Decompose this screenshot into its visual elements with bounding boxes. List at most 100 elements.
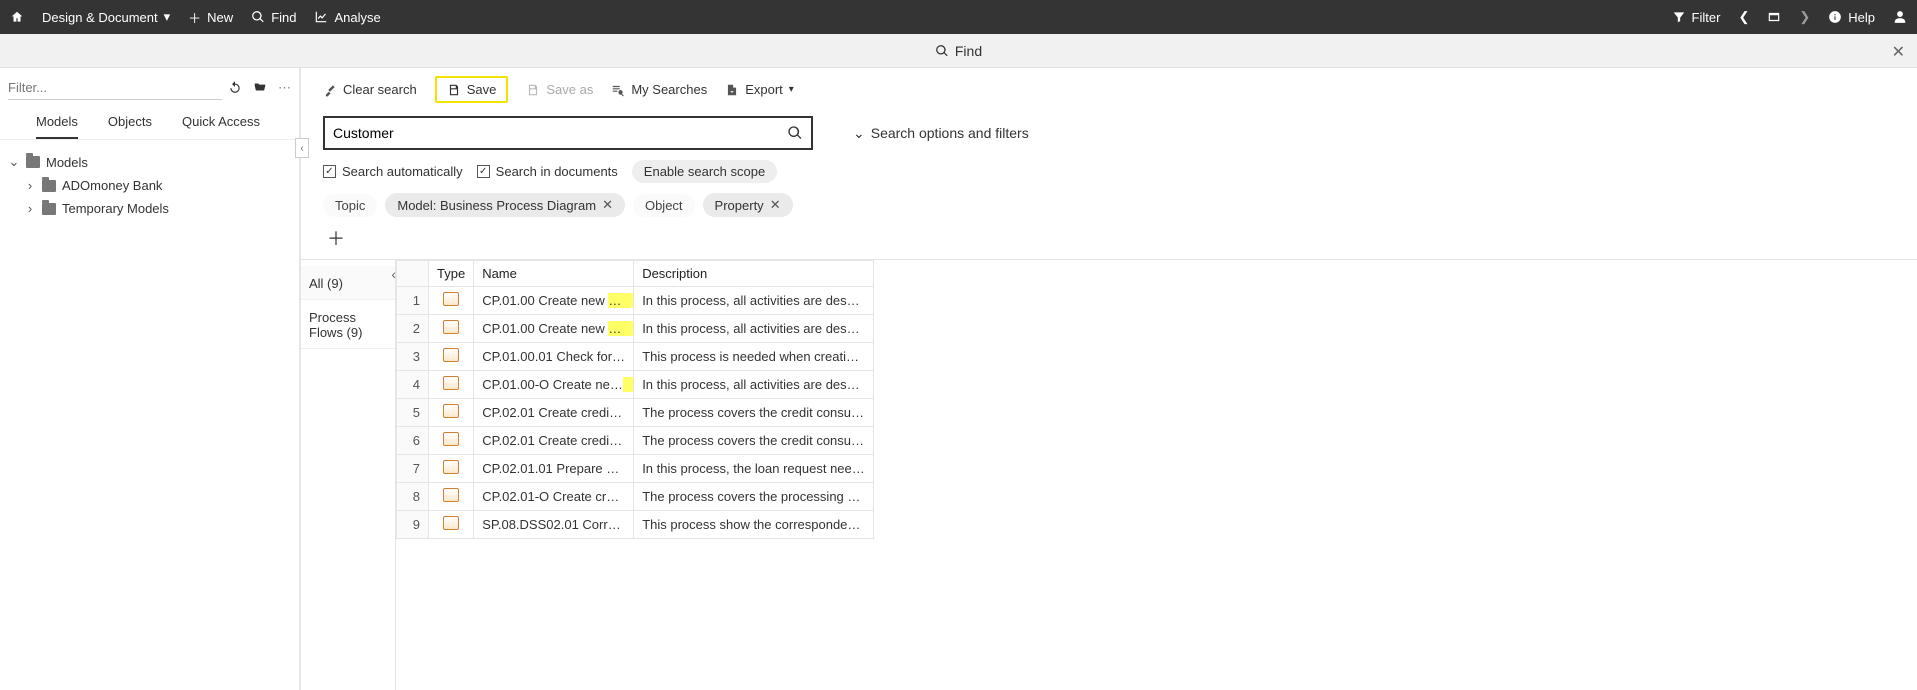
- row-name[interactable]: CP.01.00-O Create new cust…: [474, 371, 634, 399]
- table-row[interactable]: 7CP.02.01.01 Prepare credit r…In this pr…: [397, 455, 874, 483]
- chip-property-label: Property: [715, 198, 764, 213]
- chevron-right-icon[interactable]: ›: [24, 178, 36, 193]
- export-label: Export: [745, 82, 783, 97]
- save-as-label: Save as: [546, 82, 593, 97]
- more-icon[interactable]: ⋯: [278, 80, 291, 97]
- row-type-icon: [429, 455, 474, 483]
- analyse-label: Analyse: [334, 10, 380, 25]
- table-row[interactable]: 2 CP.01.00 Create new custo…In this proce…: [397, 315, 874, 343]
- tab-quick-access[interactable]: Quick Access: [182, 114, 260, 139]
- new-button[interactable]: ＋ New: [188, 8, 233, 27]
- find-subheader: Find ✕: [0, 34, 1917, 68]
- tree-item[interactable]: › Temporary Models: [8, 197, 291, 220]
- find-toolbar: Clear search Save Save as My Searches Ex…: [301, 68, 1917, 110]
- check-search-auto[interactable]: ✓ Search automatically: [323, 164, 463, 179]
- help-button[interactable]: Help: [1828, 10, 1875, 25]
- row-number: 6: [397, 427, 429, 455]
- chevron-right-icon[interactable]: ›: [24, 201, 36, 216]
- facet-all[interactable]: All (9): [301, 266, 395, 300]
- table-row[interactable]: 4CP.01.00-O Create new cust…In this proc…: [397, 371, 874, 399]
- row-name[interactable]: CP.02.01 Create credit appli…: [474, 399, 634, 427]
- col-header-desc[interactable]: Description: [634, 261, 874, 287]
- chip-remove-icon[interactable]: ✕: [602, 197, 613, 213]
- find-button[interactable]: Find: [251, 10, 296, 25]
- check-search-docs[interactable]: ✓ Search in documents: [477, 164, 618, 179]
- tree-item[interactable]: ›ADOmoney Bank: [8, 174, 291, 197]
- app-menu[interactable]: Design & Document ▾: [42, 9, 170, 25]
- row-name[interactable]: CP.02.01-O Create credit ap…: [474, 483, 634, 511]
- plus-icon: ＋: [188, 8, 201, 27]
- tab-models[interactable]: Models: [36, 114, 78, 139]
- clear-search-button[interactable]: Clear search: [323, 82, 417, 97]
- tree-root[interactable]: ⌄ Models: [8, 150, 291, 174]
- row-type-icon: [429, 343, 474, 371]
- enable-scope-button[interactable]: Enable search scope: [632, 160, 777, 183]
- save-as-button: Save as: [526, 82, 593, 97]
- close-icon[interactable]: ✕: [1892, 42, 1905, 62]
- row-desc: In this process, all activities are desc…: [634, 315, 874, 343]
- save-as-icon: [526, 83, 540, 97]
- chip-model-label: Model: Business Process Diagram: [397, 198, 596, 213]
- chip-topic[interactable]: Topic: [323, 194, 377, 217]
- search-options-toggle[interactable]: ⌄ Search options and filters: [853, 125, 1029, 142]
- nav-prev-icon[interactable]: ❮: [1738, 9, 1749, 25]
- nav-tabs: Models Objects Quick Access: [0, 104, 299, 140]
- export-button[interactable]: Export ▾: [725, 82, 794, 97]
- row-type-icon: [429, 483, 474, 511]
- facet-panel: ‹ All (9) Process Flows (9): [301, 260, 396, 690]
- row-desc: This process show the correspondence bet…: [634, 511, 874, 539]
- table-row[interactable]: 8CP.02.01-O Create credit ap…The process…: [397, 483, 874, 511]
- row-name[interactable]: CP.01.00.01 Check for conn…: [474, 343, 634, 371]
- save-button[interactable]: Save: [435, 76, 509, 103]
- search-icon[interactable]: [787, 125, 803, 141]
- chip-object[interactable]: Object: [633, 194, 695, 217]
- chip-model[interactable]: Model: Business Process Diagram ✕: [385, 193, 625, 217]
- row-type-icon: [429, 399, 474, 427]
- search-icon: [935, 44, 949, 58]
- col-header-name[interactable]: Name: [474, 261, 634, 287]
- row-number: 2: [397, 315, 429, 343]
- user-icon[interactable]: [1893, 10, 1907, 24]
- search-options-label: Search options and filters: [871, 125, 1029, 141]
- nav-next-icon[interactable]: ❯: [1799, 9, 1810, 25]
- find-title: Find: [955, 43, 982, 59]
- window-icon[interactable]: [1767, 10, 1781, 24]
- row-name[interactable]: CP.02.01.01 Prepare credit r…: [474, 455, 634, 483]
- row-number: 1: [397, 287, 429, 315]
- facet-process-flows[interactable]: Process Flows (9): [301, 300, 395, 349]
- row-name[interactable]: CP.01.00 Create new custo…: [474, 315, 634, 343]
- col-header-type[interactable]: Type: [429, 261, 474, 287]
- home-icon[interactable]: [10, 10, 24, 24]
- chip-remove-icon[interactable]: ✕: [770, 197, 781, 213]
- collapse-facets-icon[interactable]: ‹: [391, 266, 396, 282]
- table-row[interactable]: 1CP.01.00 Create new custo…In this proce…: [397, 287, 874, 315]
- refresh-icon[interactable]: [228, 80, 242, 97]
- search-input[interactable]: [333, 125, 787, 141]
- filter-button[interactable]: Filter: [1672, 10, 1721, 25]
- table-row[interactable]: 9SP.08.DSS02.01 Correspon…This process s…: [397, 511, 874, 539]
- nav-filter-input[interactable]: [8, 76, 222, 100]
- row-number: 5: [397, 399, 429, 427]
- brush-icon: [323, 83, 337, 97]
- row-desc: The process covers the processing of the…: [634, 483, 874, 511]
- table-row[interactable]: 6CP.02.01 Create credit appli…The proces…: [397, 427, 874, 455]
- tab-objects[interactable]: Objects: [108, 114, 152, 139]
- row-name[interactable]: CP.02.01 Create credit appli…: [474, 427, 634, 455]
- row-name[interactable]: CP.01.00 Create new custo…: [474, 287, 634, 315]
- chevron-down-icon[interactable]: ⌄: [8, 154, 20, 170]
- folder-icon: [42, 203, 56, 215]
- table-row[interactable]: 5CP.02.01 Create credit appli…The proces…: [397, 399, 874, 427]
- new-label: New: [207, 10, 233, 25]
- analyse-button[interactable]: Analyse: [314, 10, 380, 25]
- left-nav: ⋯ Models Objects Quick Access ⌄ Models ›…: [0, 68, 300, 690]
- chip-property[interactable]: Property ✕: [703, 193, 793, 217]
- my-searches-button[interactable]: My Searches: [611, 82, 707, 97]
- table-row[interactable]: 3CP.01.00.01 Check for conn…This process…: [397, 343, 874, 371]
- open-folder-icon[interactable]: [252, 80, 268, 97]
- collapse-left-icon[interactable]: ‹: [295, 138, 309, 158]
- add-filter-button[interactable]: ＋: [301, 223, 1917, 259]
- help-label: Help: [1848, 10, 1875, 25]
- tree-item-label: Temporary Models: [62, 201, 169, 216]
- row-type-icon: [429, 315, 474, 343]
- row-name[interactable]: SP.08.DSS02.01 Correspon…: [474, 511, 634, 539]
